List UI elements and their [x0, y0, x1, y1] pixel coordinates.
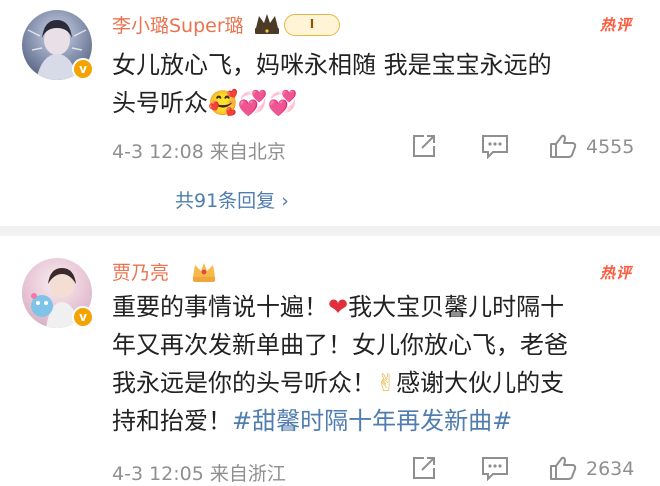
comment-card: v 贾乃亮 热评 重要的事情说十遍！❤我大宝贝馨儿时隔十 年又再次发新单曲了！女…	[0, 236, 660, 485]
share-button[interactable]	[410, 133, 438, 159]
thumbs-up-icon	[550, 456, 577, 480]
reply-button[interactable]	[480, 455, 510, 481]
hot-comment-tag: 热评	[599, 14, 632, 35]
heart-icon: ❤	[328, 293, 349, 321]
crown-icon	[255, 14, 279, 34]
share-icon	[413, 457, 435, 479]
comment-text: 女儿放心飞，妈咪永相随 我是宝宝永远的 头号听众🥰💞💞	[112, 46, 632, 122]
thumbs-up-icon	[550, 134, 577, 158]
chevron-right-icon: ›	[281, 190, 289, 212]
author-name[interactable]: 李小璐Super璐	[112, 11, 244, 38]
share-icon	[413, 135, 435, 157]
like-count: 4555	[586, 136, 635, 158]
reply-button[interactable]	[480, 133, 510, 159]
comment-meta: 4-3 12:05 来自浙江	[112, 463, 286, 485]
comment-card: v 李小璐Super璐 I 热评 女儿放心飞，妈咪永相随 我是宝宝永远的 头号听…	[0, 0, 660, 226]
level-badge: I	[284, 14, 340, 36]
comment-line: 女儿放心飞，妈咪永相随 我是宝宝永远的	[112, 51, 552, 79]
share-button[interactable]	[410, 455, 438, 481]
comment-line: 持和抬爱！#甜馨时隔十年再发新曲#	[112, 407, 513, 435]
comment-line: 头号听众🥰💞💞	[112, 89, 298, 117]
comment-text: 重要的事情说十遍！❤我大宝贝馨儿时隔十 年又再次发新单曲了！女儿你放心飞，老爸 …	[112, 288, 632, 440]
section-divider	[0, 226, 660, 236]
comment-line: 年又再次发新单曲了！女儿你放心飞，老爸	[112, 331, 568, 359]
comment-icon	[482, 135, 508, 159]
comment-line: 我永远是你的头号听众！✌感谢大伙儿的支	[112, 369, 565, 397]
replies-count-label: 共91条回复	[175, 190, 276, 212]
emoji-icon: 🥰💞💞	[208, 89, 298, 117]
verified-badge-icon: v	[72, 58, 94, 80]
topic-link[interactable]: #甜馨时隔十年再发新曲#	[232, 407, 512, 435]
like-button[interactable]: 2634	[548, 455, 648, 481]
like-count: 2634	[586, 458, 635, 480]
author-name[interactable]: 贾乃亮	[112, 258, 169, 285]
view-replies-link[interactable]: 共91条回复 ›	[175, 186, 289, 213]
comment-line: 重要的事情说十遍！❤我大宝贝馨儿时隔十	[112, 293, 565, 321]
hot-comment-tag: 热评	[599, 262, 632, 283]
comment-icon	[482, 457, 508, 481]
crown-icon	[193, 263, 215, 282]
like-button[interactable]: 4555	[548, 133, 648, 159]
verified-badge-icon: v	[72, 306, 94, 328]
victory-hand-icon: ✌	[376, 369, 397, 397]
comment-meta: 4-3 12:08 来自北京	[112, 141, 286, 163]
